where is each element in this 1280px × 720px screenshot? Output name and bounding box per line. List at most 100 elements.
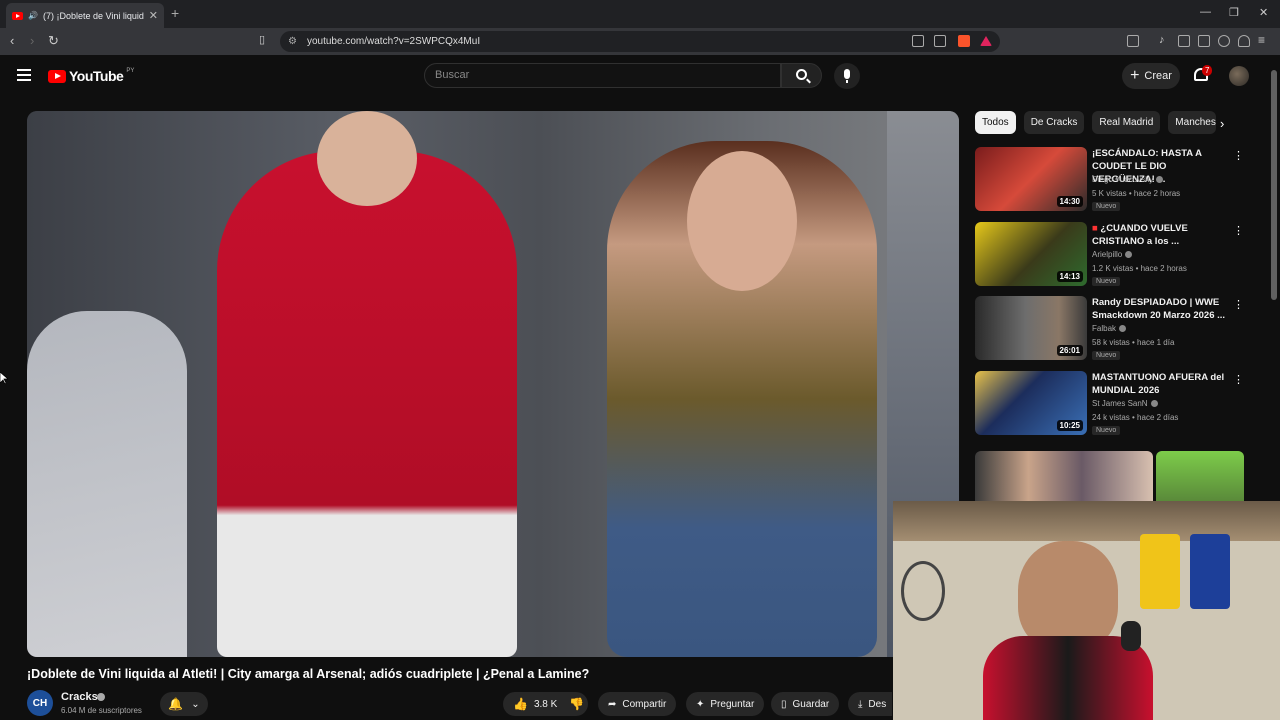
plus-icon: + (1130, 67, 1140, 84)
restore-icon[interactable]: ❐ (1229, 6, 1239, 19)
hamburger-icon[interactable] (17, 69, 31, 81)
browser-toolbar: ‹ › ↻ ▯ ⚙ youtube.com/watch?v=2SWPCQx4Mu… (0, 28, 1280, 55)
search-button[interactable] (781, 63, 822, 88)
video-thumbnail[interactable]: 14:13 (975, 222, 1087, 286)
bell-icon: 🔔 (168, 697, 184, 711)
recommendation-item[interactable]: 10:25 MASTANTUONO AFUERA del MUNDIAL 202… (975, 371, 1265, 441)
channel-name[interactable]: Cracks (61, 691, 98, 703)
youtube-play-icon (48, 69, 66, 83)
recommendation-title[interactable]: Randy DESPIADADO | WWE Smackdown 20 Marz… (1092, 296, 1227, 322)
verified-icon (1156, 176, 1164, 184)
speaker-icon[interactable]: 🔊 (28, 11, 38, 20)
duration-badge: 14:30 (1056, 196, 1083, 207)
url-text: youtube.com/watch?v=2SWPCQx4MuI (306, 36, 481, 47)
chevron-right-icon[interactable]: › (1220, 116, 1224, 131)
recommendation-channel[interactable]: Diego Yudcovsky (1092, 175, 1164, 184)
dislike-icon[interactable]: 👎 (569, 697, 584, 711)
new-tab-icon[interactable]: + (171, 5, 179, 21)
wallet-icon[interactable] (1198, 35, 1210, 47)
verified-icon (1150, 400, 1158, 408)
save-button[interactable]: ▯ Guardar (771, 692, 840, 716)
video-thumbnail[interactable]: 14:30 (975, 147, 1087, 211)
account-avatar[interactable] (1229, 66, 1249, 86)
voice-search-icon[interactable] (834, 63, 860, 89)
new-badge: Nuevo (1092, 426, 1121, 435)
minimize-icon[interactable]: — (1200, 6, 1211, 18)
forward-icon[interactable]: › (30, 33, 34, 48)
bookmark-icon[interactable]: ▯ (259, 33, 265, 46)
browser-tab[interactable]: 🔊 (7) ¡Doblete de Vini liquida al A ✕ (6, 3, 164, 28)
chip-manchester[interactable]: Manches (1168, 111, 1217, 134)
reader-icon[interactable] (1127, 35, 1139, 47)
site-info-icon[interactable]: ⚙ (288, 36, 297, 47)
like-count[interactable]: 3.8 K (534, 699, 557, 710)
bookmark-save-icon: ▯ (781, 698, 787, 710)
address-bar[interactable]: ⚙ youtube.com/watch?v=2SWPCQx4MuI (280, 31, 1000, 52)
chip-real-madrid[interactable]: Real Madrid (1092, 111, 1161, 134)
video-frame-player-white (27, 311, 187, 657)
chip-de-cracks[interactable]: De Cracks (1023, 111, 1085, 134)
notification-count-badge: 7 (1202, 65, 1213, 76)
more-options-icon[interactable]: ⋮ (1233, 298, 1244, 311)
youtube-logo[interactable]: YouTube PY (48, 68, 134, 84)
more-options-icon[interactable]: ⋮ (1233, 373, 1244, 386)
new-badge: Nuevo (1092, 351, 1121, 360)
cast-icon[interactable] (912, 35, 924, 47)
video-frame-players-red (217, 151, 517, 657)
menu-icon[interactable]: ≡ (1258, 33, 1270, 47)
recommendation-channel[interactable]: Arielpillo (1092, 250, 1133, 259)
jersey-blue (1190, 534, 1230, 609)
video-thumbnail[interactable] (1156, 451, 1244, 501)
verified-icon (97, 693, 105, 701)
like-icon[interactable]: 👍 (513, 697, 528, 711)
duration-badge: 26:01 (1056, 345, 1083, 356)
recommendation-title[interactable]: MASTANTUONO AFUERA del MUNDIAL 2026 (1092, 371, 1227, 397)
channel-avatar[interactable]: CH (27, 690, 53, 716)
new-badge: Nuevo (1092, 202, 1121, 211)
recommendation-item[interactable]: 26:01 Randy DESPIADADO | WWE Smackdown 2… (975, 296, 1265, 366)
more-options-icon[interactable]: ⋮ (1233, 149, 1244, 162)
tab-title: (7) ¡Doblete de Vini liquida al A (42, 10, 144, 21)
subscription-bell-button[interactable]: 🔔 ⌄ (160, 692, 208, 716)
duration-badge: 10:25 (1056, 420, 1083, 431)
share-page-icon[interactable] (934, 35, 946, 47)
verified-icon (1125, 251, 1133, 259)
create-button[interactable]: + Crear (1122, 63, 1180, 89)
recommendation-title[interactable]: ■ ¿CUANDO VUELVE CRISTIANO a los ... (1092, 222, 1227, 248)
sidebar-icon[interactable] (1178, 35, 1190, 47)
video-frame-presenter-face (687, 151, 797, 291)
like-dislike-group: 👍 3.8 K 👎 (503, 692, 588, 716)
sparkle-icon: ✦ (696, 698, 705, 710)
search-input[interactable]: Buscar (424, 63, 781, 88)
recommendation-channel[interactable]: St James SanN (1092, 399, 1158, 408)
recommendation-item[interactable]: 14:30 ¡ESCÁNDALO: HASTA A COUDET LE DIO … (975, 147, 1265, 217)
jersey-yellow (1140, 534, 1180, 609)
reload-icon[interactable]: ↻ (48, 33, 59, 49)
recommendation-item[interactable]: 14:13 ■ ¿CUANDO VUELVE CRISTIANO a los .… (975, 222, 1265, 292)
share-icon: ➦ (608, 698, 617, 710)
rewards-icon[interactable] (980, 36, 992, 46)
back-icon[interactable]: ‹ (10, 33, 14, 48)
video-player[interactable] (27, 111, 959, 657)
ask-button[interactable]: ✦ Preguntar (686, 692, 765, 716)
chip-todos[interactable]: Todos (975, 111, 1016, 134)
window-close-icon[interactable]: ✕ (1259, 6, 1268, 19)
download-icon: ⤓ (858, 698, 863, 710)
vpn-icon[interactable] (1238, 35, 1250, 47)
music-icon[interactable]: ♪ (1159, 34, 1171, 46)
video-thumbnail[interactable] (975, 451, 1153, 501)
video-thumbnail[interactable]: 10:25 (975, 371, 1087, 435)
related-filter-chips: Todos De Cracks Real Madrid Manches (975, 111, 1217, 135)
brave-shield-icon[interactable] (958, 35, 970, 47)
recommendation-channel[interactable]: Falbak (1092, 324, 1127, 333)
tab-close-icon[interactable]: ✕ (149, 9, 158, 22)
more-options-icon[interactable]: ⋮ (1233, 224, 1244, 237)
share-button[interactable]: ➦ Compartir (598, 692, 677, 716)
mouse-cursor-icon (0, 372, 8, 384)
webcam-overlay (893, 501, 1280, 720)
fan-icon (901, 561, 945, 621)
video-thumbnail[interactable]: 26:01 (975, 296, 1087, 360)
leo-icon[interactable] (1218, 35, 1230, 47)
scrollbar[interactable] (1271, 70, 1277, 300)
download-button[interactable]: ⤓ Des (848, 692, 892, 716)
